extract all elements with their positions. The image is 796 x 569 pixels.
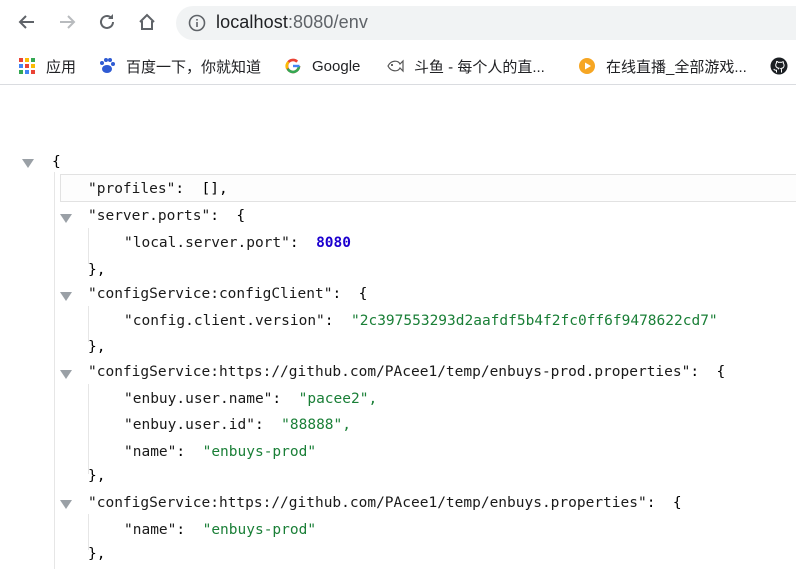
home-icon [139,13,155,30]
douyu-fish-icon [387,59,404,73]
bookmarks-bar: 应用 百度一下，你就知道 Google 斗鱼 - 每个人的直... 在线直播_全… [0,47,796,85]
json-row-config-client-version: "config.client.version": "2c397553293d2a… [124,313,718,329]
collapse-toggle-icon[interactable] [22,159,34,168]
bookmark-apps[interactable]: 应用 [18,47,76,85]
bookmark-live[interactable]: 在线直播_全部游戏... [578,47,747,85]
collapse-toggle-icon[interactable] [60,370,72,379]
json-close-brace: }, [88,546,106,562]
apps-grid-icon [19,58,35,74]
json-key: "enbuy.user.name" [124,391,273,407]
json-string: "enbuys-prod" [202,444,317,460]
json-row-local-server-port: "local.server.port": 8080 [124,235,351,251]
reload-icon [100,14,114,29]
bookmark-github[interactable] [770,47,796,85]
bookmark-douyu[interactable]: 斗鱼 - 每个人的直... [386,47,545,85]
home-button[interactable] [136,11,158,33]
arrow-left-icon [18,15,34,29]
json-string: "2c397553293d2aafdf5b4f2fc0ff6f9478622cd… [351,313,718,329]
bookmark-label: 百度一下，你就知道 [126,58,262,76]
indent-guide [88,384,89,474]
url-text[interactable]: localhost:8080/env [216,12,368,33]
json-key: "configService:https://github.com/PAcee1… [88,495,647,511]
bookmark-label: 在线直播_全部游戏... [606,58,747,76]
bookmark-google[interactable]: Google [284,47,360,85]
json-key: "profiles" [88,181,176,197]
json-key: "name" [124,444,177,460]
json-key: "enbuy.user.id" [124,417,255,433]
bookmark-label: 应用 [46,58,77,76]
collapse-toggle-icon[interactable] [60,214,72,223]
url-path: :8080/env [287,12,368,32]
indent-guide [54,172,55,569]
json-viewer: { "profiles": [], "server.ports": { "loc… [0,86,796,569]
collapse-toggle-icon[interactable] [60,500,72,509]
google-g-icon [285,58,301,74]
json-number: 8080 [316,235,351,251]
forward-button[interactable] [56,11,78,33]
arrow-right-icon [60,15,76,29]
browser-toolbar: localhost:8080/env [0,0,796,47]
json-string: "pacee2", [298,391,378,407]
json-close-brace: }, [88,339,106,355]
json-row-name: "name": "enbuys-prod" [124,444,317,460]
json-open-brace: { [52,154,61,170]
collapse-toggle-icon[interactable] [60,292,72,301]
json-row-properties: "configService:https://github.com/PAcee1… [88,495,682,511]
back-button[interactable] [16,11,38,33]
info-icon[interactable] [188,14,206,32]
json-key: "local.server.port" [124,235,290,251]
bookmark-label: 斗鱼 - 每个人的直... [414,58,545,76]
json-row-config-client: "configService:configClient": { [88,286,368,302]
bookmark-baidu[interactable]: 百度一下，你就知道 [98,47,261,85]
baidu-paw-icon [100,58,115,73]
live-play-icon [579,58,595,74]
github-icon [770,57,788,75]
json-row-profiles: "profiles": [], [88,181,228,197]
json-key: "configService:configClient" [88,286,333,302]
reload-button[interactable] [96,11,118,33]
json-string: "88888", [281,417,351,433]
json-close-brace: }, [88,468,106,484]
json-close-brace: }, [88,262,106,278]
json-string: "enbuys-prod" [202,522,317,538]
json-row-prod-properties: "configService:https://github.com/PAcee1… [88,364,726,380]
json-row-server-ports: "server.ports": { [88,208,246,224]
json-row-name: "name": "enbuys-prod" [124,522,317,538]
json-key: "configService:https://github.com/PAcee1… [88,364,691,380]
url-host: localhost [216,12,288,32]
json-key: "name" [124,522,177,538]
bookmark-label: Google [312,57,361,75]
json-key: "server.ports" [88,208,211,224]
json-row-enbuy-user-name: "enbuy.user.name": "pacee2", [124,391,378,407]
address-bar[interactable]: localhost:8080/env [176,6,796,40]
json-key: "config.client.version" [124,313,325,329]
json-row-enbuy-user-id: "enbuy.user.id": "88888", [124,417,351,433]
json-value: [], [201,181,228,197]
